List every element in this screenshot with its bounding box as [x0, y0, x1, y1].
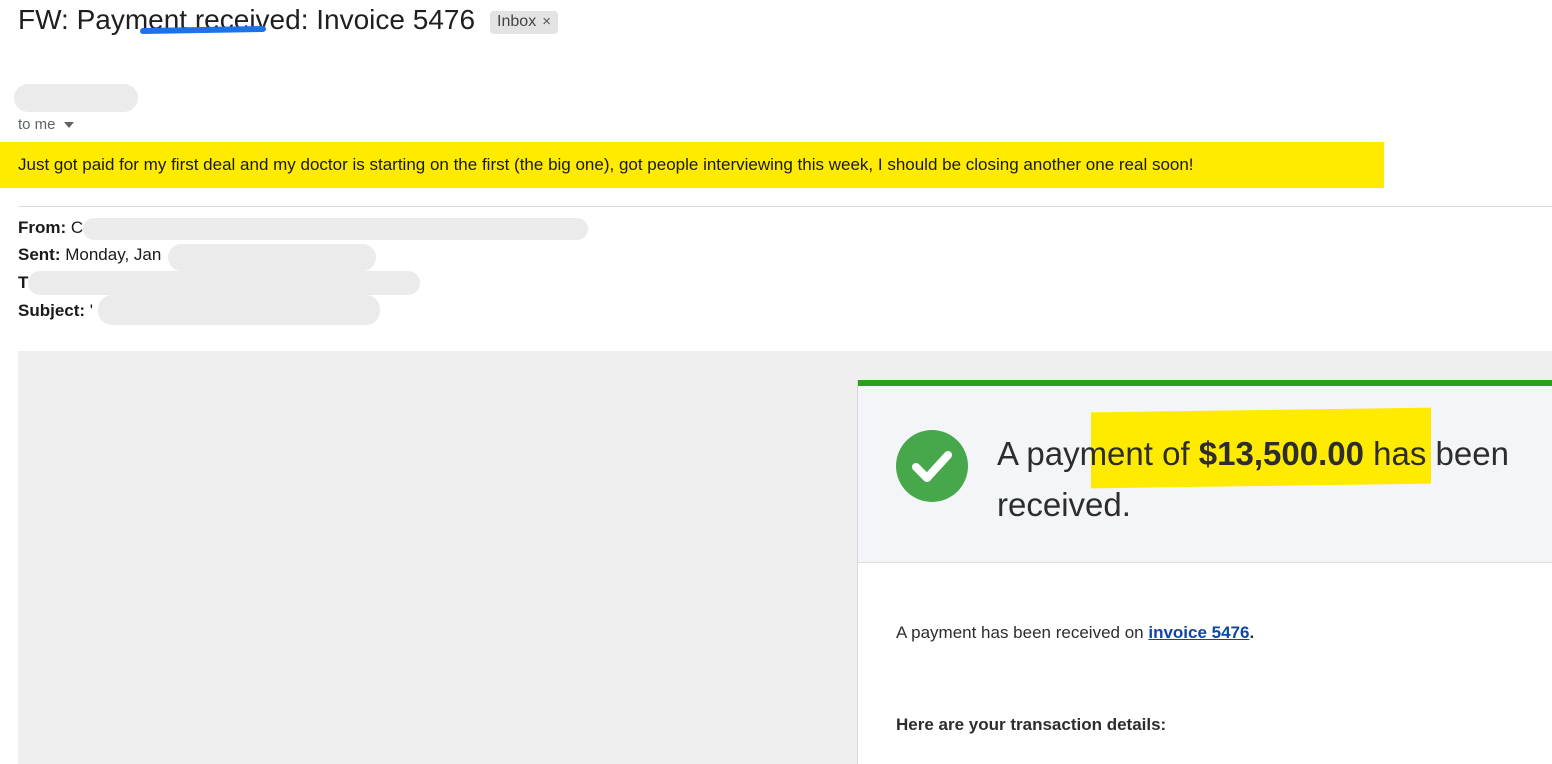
- forward-note: Just got paid for my first deal and my d…: [18, 155, 1194, 174]
- forwarded-to-line: T: [18, 273, 28, 293]
- payment-amount: $13,500.00: [1198, 435, 1364, 472]
- from-label: From:: [18, 218, 67, 237]
- redaction-from: [83, 218, 588, 240]
- body-prefix: A payment has been received on: [896, 623, 1149, 642]
- forwarded-from-line: From: C: [18, 218, 83, 238]
- redaction-sent: [168, 244, 376, 271]
- transaction-details-heading: Here are your transaction details:: [896, 715, 1167, 734]
- headline-prefix: A payment of: [997, 435, 1199, 472]
- sent-label: Sent:: [18, 245, 61, 264]
- inbox-label-text: Inbox: [497, 12, 537, 30]
- receipt-header: A payment of $13,500.00 has been receive…: [858, 386, 1552, 563]
- receipt-headline: A payment of $13,500.00 has been receive…: [997, 428, 1542, 530]
- from-value: C: [70, 218, 84, 237]
- inbox-label-chip[interactable]: Inbox ×: [490, 10, 558, 34]
- redaction-subject: [98, 295, 380, 325]
- email-subject: FW: Payment received: Invoice 5476: [18, 4, 475, 36]
- close-icon[interactable]: ×: [542, 13, 551, 30]
- subject-value: ': [89, 301, 94, 320]
- redaction-to: [28, 271, 420, 295]
- payment-receipt-card: A payment of $13,500.00 has been receive…: [857, 380, 1552, 764]
- header-divider: [18, 206, 1552, 207]
- recipient-details-toggle[interactable]: to me: [18, 116, 74, 133]
- caret-down-icon: [63, 122, 74, 128]
- forwarded-sent-line: Sent: Monday, Jan: [18, 245, 161, 265]
- to-label: T: [18, 273, 29, 292]
- email-subject-row: FW: Payment received: Invoice 5476 Inbox…: [18, 4, 558, 36]
- recipient-text: to me: [18, 116, 56, 133]
- sent-value: Monday, Jan: [65, 245, 162, 264]
- forwarded-subject-line: Subject: ': [18, 301, 93, 321]
- invoice-link[interactable]: invoice 5476: [1148, 623, 1249, 642]
- body-suffix: .: [1249, 623, 1255, 642]
- checkmark-circle-icon: [896, 430, 968, 502]
- receipt-body-text: A payment has been received on invoice 5…: [896, 623, 1254, 643]
- subject-label: Subject:: [18, 301, 86, 320]
- redaction-sender: [14, 84, 138, 112]
